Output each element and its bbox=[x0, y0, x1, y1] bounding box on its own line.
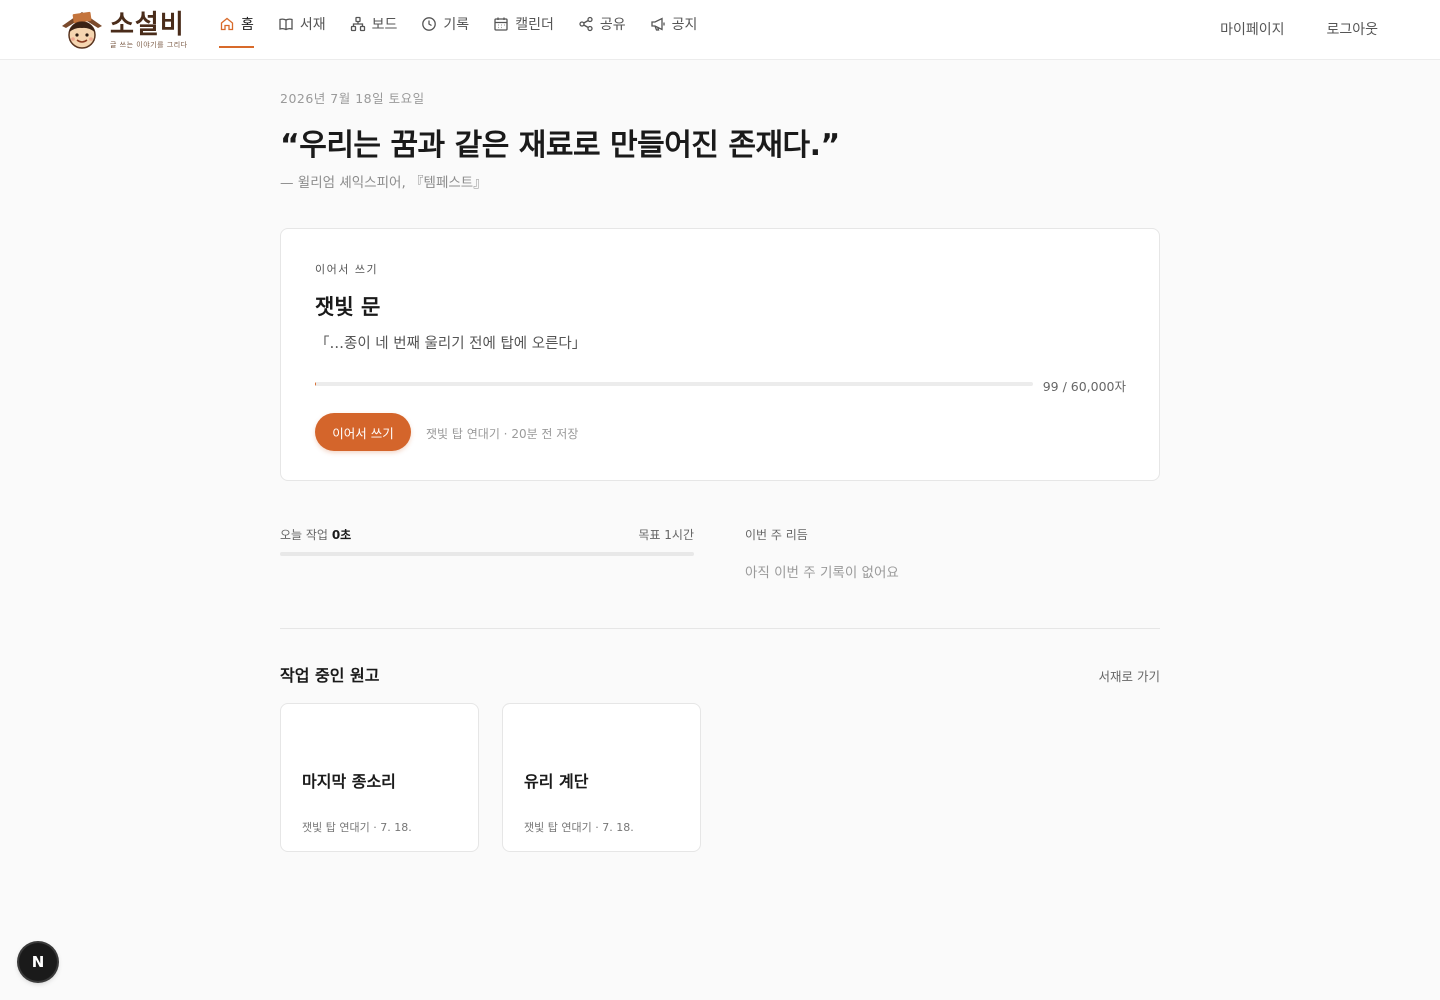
manuscript-card[interactable]: 유리 계단 잿빛 탑 연대기 · 7. 18. bbox=[502, 703, 701, 852]
nextjs-dev-badge[interactable]: N bbox=[19, 943, 57, 981]
today-date: 2026년 7월 18일 토요일 bbox=[280, 91, 425, 106]
section-divider bbox=[280, 628, 1160, 629]
manuscript-meta: 잿빛 탑 연대기 · 7. 18. bbox=[524, 821, 634, 834]
manuscript-title: 유리 계단 bbox=[524, 772, 589, 791]
weekly-rhythm-empty: 아직 이번 주 기록이 없어요 bbox=[745, 565, 899, 581]
manuscripts-section-title: 작업 중인 원고 bbox=[280, 666, 380, 685]
nav-label: 서재 bbox=[299, 17, 326, 33]
board-icon bbox=[350, 16, 365, 32]
daily-quote: “우리는 꿈과 같은 재료로 만들어진 존재다.” bbox=[280, 128, 840, 163]
card-eyebrow: 이어서 쓰기 bbox=[315, 263, 379, 276]
megaphone-icon bbox=[650, 17, 665, 31]
nav-label: 홈 bbox=[241, 17, 254, 33]
nav-item-share[interactable]: 공유 bbox=[578, 0, 626, 48]
nav-item-notice[interactable]: 공지 bbox=[650, 0, 698, 48]
home-icon bbox=[220, 17, 234, 31]
share-icon bbox=[579, 16, 593, 32]
nav-label: 공유 bbox=[599, 17, 626, 33]
book-icon bbox=[279, 18, 293, 31]
progress-fill bbox=[315, 382, 317, 386]
nav-label: 보드 bbox=[371, 17, 398, 33]
calendar-icon bbox=[494, 17, 508, 31]
nav-item-library[interactable]: 서재 bbox=[278, 0, 326, 48]
today-work-value: 0초 bbox=[331, 528, 352, 542]
manuscript-card[interactable]: 마지막 종소리 잿빛 탑 연대기 · 7. 18. bbox=[280, 703, 479, 852]
top-navigation-bar: 소설비 글 쓰는 이야기를 그리다 홈 서재 보드 기록 캘린더 공유 공지 마… bbox=[0, 0, 1440, 60]
document-excerpt: 「…종이 네 번째 울리기 전에 탑에 오른다」 bbox=[315, 336, 587, 352]
continue-writing-button[interactable]: 이어서 쓰기 bbox=[315, 413, 411, 451]
manuscript-meta: 잿빛 탑 연대기 · 7. 18. bbox=[302, 821, 412, 834]
daily-goal-progress-bar bbox=[280, 552, 694, 556]
go-to-library-link[interactable]: 서재로 가기 bbox=[1099, 666, 1160, 685]
nav-label: 기록 bbox=[443, 17, 470, 33]
manuscript-title: 마지막 종소리 bbox=[302, 772, 396, 791]
word-count-label: 99 / 60,000자 bbox=[1042, 379, 1126, 394]
clock-icon bbox=[422, 17, 437, 31]
mascot-logo-icon bbox=[62, 11, 102, 49]
logout-link[interactable]: 로그아웃 bbox=[1326, 19, 1378, 39]
app-logo[interactable]: 소설비 글 쓰는 이야기를 그리다 bbox=[58, 6, 188, 54]
main-nav: 홈 서재 보드 기록 캘린더 공유 공지 bbox=[219, 0, 721, 60]
app-name: 소설비 bbox=[110, 9, 185, 40]
mypage-link[interactable]: 마이페이지 bbox=[1220, 19, 1284, 39]
quote-source: — 윌리엄 셰익스피어, 『템페스트』 bbox=[280, 175, 487, 191]
nav-label: 공지 bbox=[671, 17, 698, 33]
today-work-label: 오늘 작업 0초 bbox=[280, 526, 351, 543]
today-work-prefix: 오늘 작업 bbox=[280, 528, 328, 542]
document-title[interactable]: 잿빛 문 bbox=[315, 291, 380, 321]
document-meta: 잿빛 탑 연대기 · 20분 전 저장 bbox=[426, 427, 579, 441]
daily-goal-label: 목표 1시간 bbox=[638, 528, 694, 542]
nav-label: 캘린더 bbox=[515, 17, 554, 33]
weekly-rhythm-label: 이번 주 리듬 bbox=[745, 528, 808, 542]
nav-item-home[interactable]: 홈 bbox=[219, 0, 254, 48]
nav-item-records[interactable]: 기록 bbox=[421, 0, 469, 48]
continue-writing-card: 이어서 쓰기 잿빛 문 「…종이 네 번째 울리기 전에 탑에 오른다」 99 … bbox=[280, 228, 1160, 481]
app-tagline: 글 쓰는 이야기를 그리다 bbox=[110, 40, 188, 49]
account-links: 마이페이지 로그아웃 bbox=[1178, 0, 1378, 58]
word-count-progress-bar bbox=[315, 382, 1033, 386]
nav-item-calendar[interactable]: 캘린더 bbox=[493, 0, 554, 48]
nav-item-board[interactable]: 보드 bbox=[350, 0, 398, 48]
